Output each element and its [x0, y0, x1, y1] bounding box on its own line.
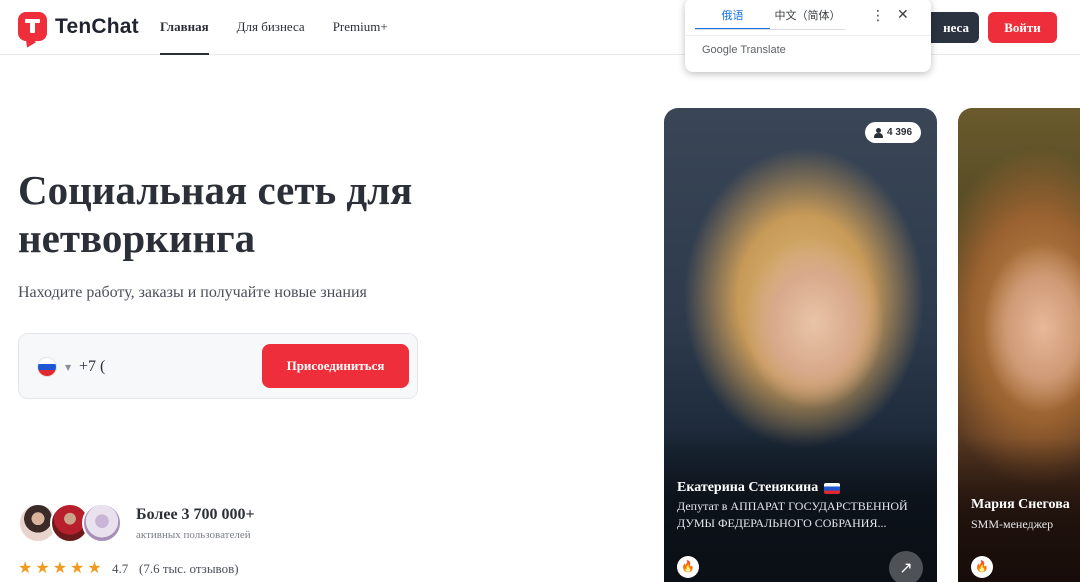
profile-name: Екатерина Стенякина: [677, 480, 841, 496]
close-icon[interactable]: ✕: [897, 5, 909, 25]
profile-card[interactable]: Мария Снегова SMM-менеджер 🔥: [958, 108, 1080, 582]
translate-language-tabs: 俄语 中文（简体）: [695, 6, 845, 30]
russia-flag-icon: [824, 482, 841, 494]
followers-badge: 4 396: [865, 122, 922, 143]
rating-stars: ★ ★ ★ ★ ★: [18, 559, 102, 577]
tab-chinese-simplified[interactable]: 中文（简体）: [770, 6, 845, 30]
google-translate-brand: Google Translate: [702, 44, 786, 56]
profile-card[interactable]: 4 396 Екатерина Стенякина Депутат в АППА…: [664, 108, 937, 582]
person-icon: [874, 127, 883, 138]
reviews-count[interactable]: (7.6 тыс. отзывов): [139, 561, 239, 577]
star-icon: ★: [35, 558, 50, 577]
translate-popup: 俄语 中文（简体） ⋮ ✕ Google Translate: [685, 0, 931, 72]
russia-flag-icon[interactable]: [38, 358, 56, 376]
profile-name: Мария Снегова: [971, 497, 1070, 512]
nav-item-premium[interactable]: Premium+: [333, 0, 388, 55]
nav-item-business[interactable]: Для бизнеса: [237, 0, 305, 55]
caret-down-icon[interactable]: ▼: [65, 363, 71, 372]
logo-text: TenChat: [55, 14, 139, 38]
rating-value: 4.7: [112, 561, 129, 576]
followers-count: 4 396: [887, 127, 913, 138]
avatar: [82, 503, 122, 543]
login-button[interactable]: Войти: [988, 12, 1057, 43]
nav-item-home[interactable]: Главная: [160, 0, 209, 55]
popup-divider: [685, 35, 931, 36]
users-count: Более 3 700 000+: [136, 506, 255, 523]
hero-title: Социальная сеть для нетворкинга: [18, 167, 413, 261]
signup-form: ▼ Присоединиться: [18, 333, 418, 399]
main-nav: Главная Для бизнеса Premium+: [160, 0, 388, 55]
fire-icon[interactable]: 🔥: [971, 556, 993, 578]
join-button[interactable]: Присоединиться: [262, 344, 409, 388]
tenchat-logo-icon: [18, 12, 47, 41]
users-label: активных пользователей: [136, 529, 251, 541]
logo[interactable]: TenChat: [18, 12, 139, 41]
tabs-divider: [695, 29, 845, 30]
more-options-icon[interactable]: ⋮: [871, 6, 885, 26]
arrow-up-right-icon[interactable]: ↗: [889, 551, 923, 582]
profile-description: SMM-менеджер: [971, 517, 1054, 531]
user-avatars: [18, 503, 122, 543]
phone-input[interactable]: [79, 356, 249, 378]
fire-icon[interactable]: 🔥: [677, 556, 699, 578]
hero-subtitle: Находите работу, заказы и получайте новы…: [18, 284, 367, 301]
star-icon: ★: [70, 558, 85, 577]
profile-description: Депутат в АППАРАТ ГОСУДАРСТВЕННОЙ ДУМЫ Ф…: [677, 499, 908, 530]
tab-russian[interactable]: 俄语: [695, 6, 770, 30]
star-icon: ★: [87, 558, 102, 577]
star-icon: ★: [52, 558, 68, 577]
star-icon: ★: [18, 558, 33, 577]
profile-name-text: Екатерина Стенякина: [677, 480, 819, 495]
